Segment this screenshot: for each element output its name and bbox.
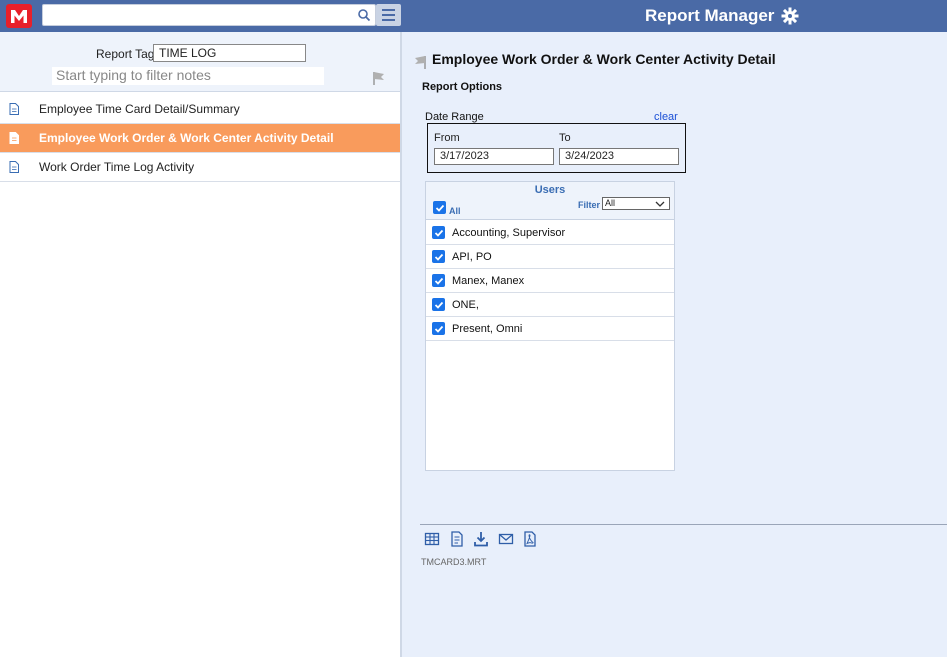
to-label: To <box>559 132 571 144</box>
report-item-time-card[interactable]: Employee Time Card Detail/Summary <box>0 95 400 124</box>
all-users-checkbox[interactable] <box>433 201 446 214</box>
user-checkbox[interactable] <box>432 274 445 287</box>
user-row[interactable]: Accounting, Supervisor <box>426 221 674 245</box>
user-row[interactable]: ONE, <box>426 293 674 317</box>
report-list-panel: Report Tag TIME LOG Start typing to filt… <box>0 32 402 657</box>
users-header: Users All Filter All <box>426 182 674 220</box>
user-label: Accounting, Supervisor <box>452 227 566 239</box>
document-icon <box>9 161 19 173</box>
user-row[interactable]: Present, Omni <box>426 317 674 341</box>
report-tag-label: Report Tag <box>96 47 155 61</box>
date-range-box: From To 3/17/2023 3/24/2023 <box>427 123 686 173</box>
flag-icon[interactable] <box>414 54 428 70</box>
checkmark-icon <box>434 301 443 309</box>
user-label: API, PO <box>452 251 492 263</box>
user-label: Manex, Manex <box>452 275 525 287</box>
report-options-label: Report Options <box>422 81 503 93</box>
menu-bar-line <box>382 14 395 16</box>
gear-icon[interactable] <box>781 7 799 25</box>
users-title: Users <box>534 184 566 196</box>
user-label: Present, Omni <box>452 323 523 335</box>
all-users-label: All <box>449 206 461 216</box>
user-checkbox[interactable] <box>432 322 445 335</box>
user-row[interactable]: Manex, Manex <box>426 269 674 293</box>
document-icon <box>9 132 19 144</box>
page-title: Report Manager <box>645 6 775 25</box>
logo-m-icon <box>11 10 27 23</box>
user-checkbox[interactable] <box>432 226 445 239</box>
filter-select[interactable]: All <box>602 197 670 210</box>
to-date-input[interactable]: 3/24/2023 <box>559 148 679 165</box>
clear-link[interactable]: clear <box>654 111 678 123</box>
report-item-label: Work Order Time Log Activity <box>39 160 195 174</box>
checkmark-icon <box>434 253 443 261</box>
report-file-name: TMCARD3.MRT <box>421 557 487 567</box>
report-tag-input[interactable]: TIME LOG <box>153 44 306 62</box>
report-title: Employee Work Order & Work Center Activi… <box>432 51 776 67</box>
search-icon[interactable] <box>357 8 371 22</box>
chevron-down-icon <box>655 201 665 207</box>
report-item-label: Employee Work Order & Work Center Activi… <box>39 131 334 145</box>
email-icon[interactable] <box>498 531 514 547</box>
grid-icon[interactable] <box>424 531 440 547</box>
user-label: ONE, <box>452 299 479 311</box>
top-bar: Report Manager <box>0 0 947 32</box>
report-options-panel: Employee Work Order & Work Center Activi… <box>402 32 947 657</box>
pdf-icon[interactable] <box>522 531 538 547</box>
checkmark-icon <box>434 325 443 333</box>
app-logo[interactable] <box>6 4 32 28</box>
search-input[interactable] <box>42 4 376 26</box>
checkmark-icon <box>434 229 443 237</box>
user-checkbox[interactable] <box>432 250 445 263</box>
menu-bar-line <box>382 19 395 21</box>
checkmark-icon <box>434 277 443 285</box>
flag-icon[interactable] <box>371 70 387 86</box>
from-date-input[interactable]: 3/17/2023 <box>434 148 554 165</box>
menu-button[interactable] <box>376 4 401 26</box>
report-item-time-log[interactable]: Work Order Time Log Activity <box>0 153 400 182</box>
users-panel: Users All Filter All Accounting, Supervi… <box>425 181 675 471</box>
toolbar-divider <box>420 524 947 525</box>
report-filter-header: Report Tag TIME LOG Start typing to filt… <box>0 32 400 92</box>
download-icon[interactable] <box>473 531 489 547</box>
report-item-label: Employee Time Card Detail/Summary <box>39 102 240 116</box>
date-range-label: Date Range <box>425 111 484 123</box>
menu-bar-line <box>382 9 395 11</box>
filter-select-value: All <box>605 198 616 208</box>
checkmark-icon <box>435 204 444 212</box>
user-checkbox[interactable] <box>432 298 445 311</box>
filter-label: Filter <box>578 200 601 210</box>
report-icon[interactable] <box>449 531 465 547</box>
filter-notes-input[interactable]: Start typing to filter notes <box>52 67 324 85</box>
document-icon <box>9 103 19 115</box>
user-row[interactable]: API, PO <box>426 245 674 269</box>
from-label: From <box>434 132 460 144</box>
report-item-work-order-activity[interactable]: Employee Work Order & Work Center Activi… <box>0 124 400 153</box>
